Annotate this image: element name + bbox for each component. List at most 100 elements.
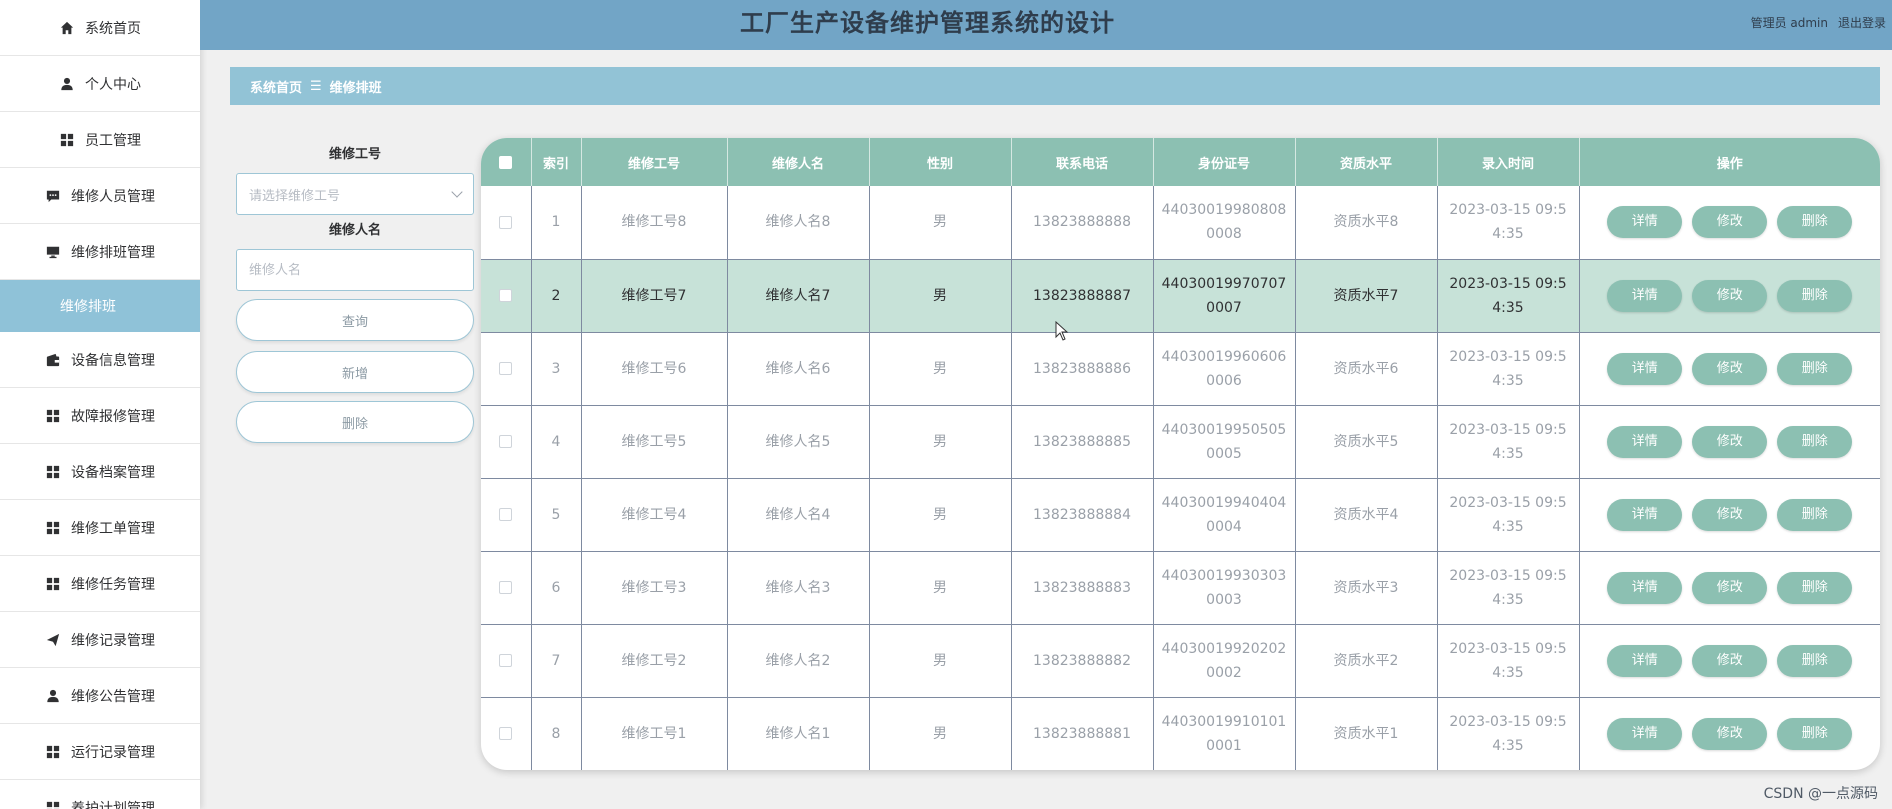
sidebar-item-label: 维修排班管理 (71, 244, 155, 261)
worker-no-select[interactable]: 请选择维修工号 (236, 173, 474, 215)
sidebar-item-equipment-archive[interactable]: 设备档案管理 (0, 444, 200, 500)
edit-button[interactable]: 修改 (1692, 717, 1768, 750)
row-checkbox[interactable] (481, 332, 532, 406)
cell-gender: 男 (869, 332, 1012, 406)
detail-button[interactable]: 详情 (1607, 644, 1683, 677)
sidebar-item-notice[interactable]: 维修公告管理 (0, 668, 200, 724)
delete-button[interactable]: 删除 (1777, 644, 1853, 677)
cell-gender: 男 (869, 259, 1012, 333)
worker-no-label: 维修工号 (328, 147, 381, 162)
breadcrumb-separator-icon: ☰ (310, 78, 322, 94)
column-header: 索引 (531, 138, 582, 186)
cell-time: 2023-03-15 09:54:35 (1437, 697, 1580, 770)
breadcrumb-current: 维修排班 (329, 80, 382, 96)
sidebar-item-home[interactable]: 系统首页 (0, 0, 200, 56)
cell-worker-name: 维修人名3 (727, 551, 870, 625)
monitor-icon (45, 244, 61, 260)
sidebar-item-repair-record[interactable]: 维修记录管理 (0, 612, 200, 668)
sidebar-item-work-order[interactable]: 维修工单管理 (0, 500, 200, 556)
table-row[interactable]: 1 维修工号8 维修人名8 男 13823888888 440300199808… (481, 186, 1880, 260)
delete-button[interactable]: 删除 (1777, 352, 1853, 385)
cell-worker-no: 维修工号5 (581, 405, 728, 479)
edit-button[interactable]: 修改 (1692, 571, 1768, 604)
sidebar-item-equipment-info[interactable]: 设备信息管理 (0, 332, 200, 388)
sidebar-item-schedule[interactable]: 维修排班 (0, 280, 200, 332)
sidebar-item-schedule-mgmt[interactable]: 维修排班管理 (0, 224, 200, 280)
sidebar-item-repair-task[interactable]: 维修任务管理 (0, 556, 200, 612)
edit-button[interactable]: 修改 (1692, 425, 1768, 458)
worker-no-placeholder: 请选择维修工号 (249, 188, 341, 204)
edit-button[interactable]: 修改 (1692, 498, 1768, 531)
sidebar-item-repair-staff[interactable]: 维修人员管理 (0, 168, 200, 224)
logout-link[interactable]: 退出登录 (1838, 14, 1886, 31)
add-button[interactable]: 新增 (236, 351, 474, 393)
cell-phone: 13823888888 (1011, 186, 1154, 260)
sidebar-item-employees[interactable]: 员工管理 (0, 112, 200, 168)
row-checkbox[interactable] (481, 186, 532, 260)
column-header: 录入时间 (1437, 138, 1580, 186)
table-row[interactable]: 6 维修工号3 维修人名3 男 13823888883 440300199303… (481, 551, 1880, 625)
detail-button[interactable]: 详情 (1607, 717, 1683, 750)
delete-button[interactable]: 删除 (1777, 498, 1853, 531)
row-checkbox[interactable] (481, 405, 532, 479)
delete-button[interactable]: 删除 (1777, 425, 1853, 458)
table-row[interactable]: 8 维修工号1 维修人名1 男 13823888881 440300199101… (481, 697, 1880, 770)
sidebar-item-fault-report[interactable]: 故障报修管理 (0, 388, 200, 444)
sidebar-item-label: 设备档案管理 (71, 464, 155, 481)
delete-button[interactable]: 删除 (1777, 717, 1853, 750)
detail-button[interactable]: 详情 (1607, 498, 1683, 531)
detail-button[interactable]: 详情 (1607, 352, 1683, 385)
edit-button[interactable]: 修改 (1692, 644, 1768, 677)
detail-button[interactable]: 详情 (1607, 425, 1683, 458)
home-icon (59, 20, 75, 36)
table-row[interactable]: 4 维修工号5 维修人名5 男 13823888885 440300199505… (481, 405, 1880, 479)
column-header: 联系电话 (1011, 138, 1154, 186)
cell-level: 资质水平8 (1295, 186, 1438, 260)
detail-button[interactable]: 详情 (1607, 206, 1683, 239)
cell-time: 2023-03-15 09:54:35 (1437, 405, 1580, 479)
worker-name-input[interactable] (236, 249, 474, 291)
column-header: 资质水平 (1295, 138, 1438, 186)
edit-button[interactable]: 修改 (1692, 206, 1768, 239)
sidebar-item-maintenance-plan[interactable]: 养护计划管理 (0, 780, 200, 809)
cell-worker-no: 维修工号6 (581, 332, 728, 406)
delete-button[interactable]: 删除 (1777, 571, 1853, 604)
table-row[interactable]: 2 维修工号7 维修人名7 男 13823888887 440300199707… (481, 259, 1880, 333)
cell-index: 2 (531, 259, 582, 333)
select-all-checkbox[interactable] (481, 138, 532, 186)
query-button[interactable]: 查询 (236, 299, 474, 341)
table-row[interactable]: 5 维修工号4 维修人名4 男 13823888884 440300199404… (481, 478, 1880, 552)
cell-index: 1 (531, 186, 582, 260)
breadcrumb-home[interactable]: 系统首页 (250, 77, 302, 96)
sidebar-item-run-record[interactable]: 运行记录管理 (0, 724, 200, 780)
cell-level: 资质水平2 (1295, 624, 1438, 698)
cell-worker-no: 维修工号2 (581, 624, 728, 698)
cell-index: 6 (531, 551, 582, 625)
edit-button[interactable]: 修改 (1692, 352, 1768, 385)
row-checkbox[interactable] (481, 478, 532, 552)
row-checkbox[interactable] (481, 697, 532, 770)
grid-icon (45, 408, 61, 424)
grid-icon (45, 744, 61, 760)
cell-time: 2023-03-15 09:54:35 (1437, 624, 1580, 698)
detail-button[interactable]: 详情 (1607, 279, 1683, 312)
row-checkbox[interactable] (481, 551, 532, 625)
cell-level: 资质水平3 (1295, 551, 1438, 625)
edit-button[interactable]: 修改 (1692, 279, 1768, 312)
cell-worker-no: 维修工号1 (581, 697, 728, 770)
delete-button[interactable]: 删除 (1777, 279, 1853, 312)
row-checkbox[interactable] (481, 259, 532, 333)
mouse-cursor-icon (1055, 321, 1069, 341)
sidebar-item-label: 维修人员管理 (71, 188, 155, 205)
row-checkbox[interactable] (481, 624, 532, 698)
table-row[interactable]: 3 维修工号6 维修人名6 男 13823888886 440300199606… (481, 332, 1880, 406)
delete-button[interactable]: 删除 (1777, 206, 1853, 239)
sidebar-item-profile[interactable]: 个人中心 (0, 56, 200, 112)
detail-button[interactable]: 详情 (1607, 571, 1683, 604)
cell-id-card: 440300199202020002 (1153, 624, 1296, 698)
cell-worker-no: 维修工号3 (581, 551, 728, 625)
cell-gender: 男 (869, 186, 1012, 260)
cell-time: 2023-03-15 09:54:35 (1437, 259, 1580, 333)
batch-delete-button[interactable]: 删除 (236, 401, 474, 443)
table-row[interactable]: 7 维修工号2 维修人名2 男 13823888882 440300199202… (481, 624, 1880, 698)
